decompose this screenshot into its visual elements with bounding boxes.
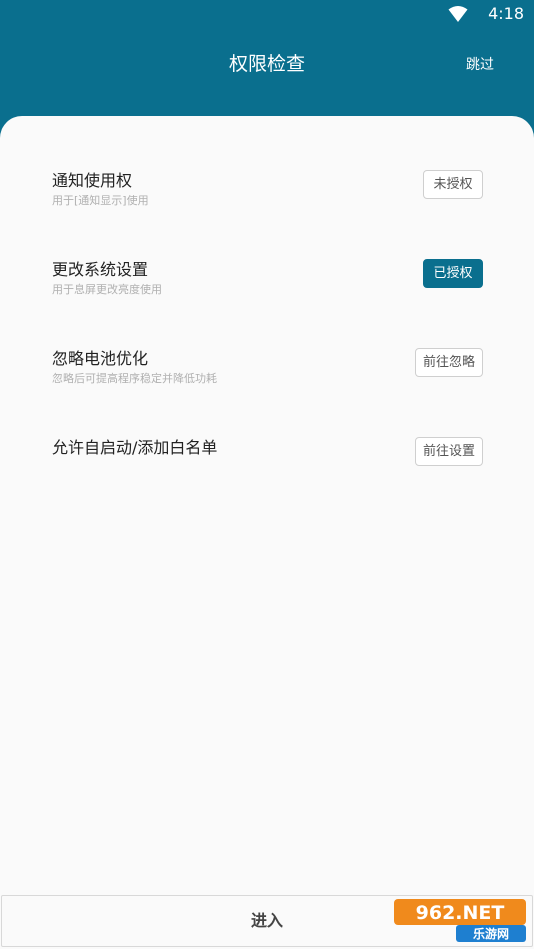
permission-title: 允许自启动/添加白名单 [52, 438, 218, 457]
autostart-settings-button[interactable]: 前往设置 [414, 437, 483, 466]
permission-title: 更改系统设置 [52, 260, 149, 279]
permission-row-battery-optimization: 忽略电池优化 忽略后可提高程序稳定并降低功耗 前往忽略 [52, 348, 483, 394]
bottom-bar: 进入 [0, 893, 534, 949]
status-time: 4:18 [488, 4, 524, 23]
permissions-card: 通知使用权 用于[通知显示]使用 未授权 更改系统设置 用于息屏更改亮度使用 已… [0, 116, 534, 893]
app-header: 权限检查 跳过 [0, 28, 534, 106]
page-title: 权限检查 [228, 53, 305, 75]
skip-button[interactable]: 跳过 [466, 54, 494, 76]
permission-row-autostart: 允许自启动/添加白名单 前往设置 [52, 437, 483, 483]
permission-row-notification: 通知使用权 用于[通知显示]使用 未授权 [52, 170, 483, 216]
wifi-icon [448, 6, 468, 22]
notification-permission-button[interactable]: 未授权 [423, 170, 483, 199]
permission-description: 忽略后可提高程序稳定并降低功耗 [52, 372, 217, 385]
permission-description: 用于[通知显示]使用 [52, 194, 149, 207]
system-settings-permission-button[interactable]: 已授权 [423, 259, 483, 288]
enter-button[interactable]: 进入 [1, 895, 533, 947]
permission-row-system-settings: 更改系统设置 用于息屏更改亮度使用 已授权 [52, 259, 483, 305]
battery-optimization-button[interactable]: 前往忽略 [414, 348, 483, 377]
status-bar: 4:18 [0, 0, 534, 28]
permission-description: 用于息屏更改亮度使用 [52, 283, 162, 296]
permission-title: 忽略电池优化 [52, 349, 149, 368]
permission-title: 通知使用权 [52, 171, 133, 190]
